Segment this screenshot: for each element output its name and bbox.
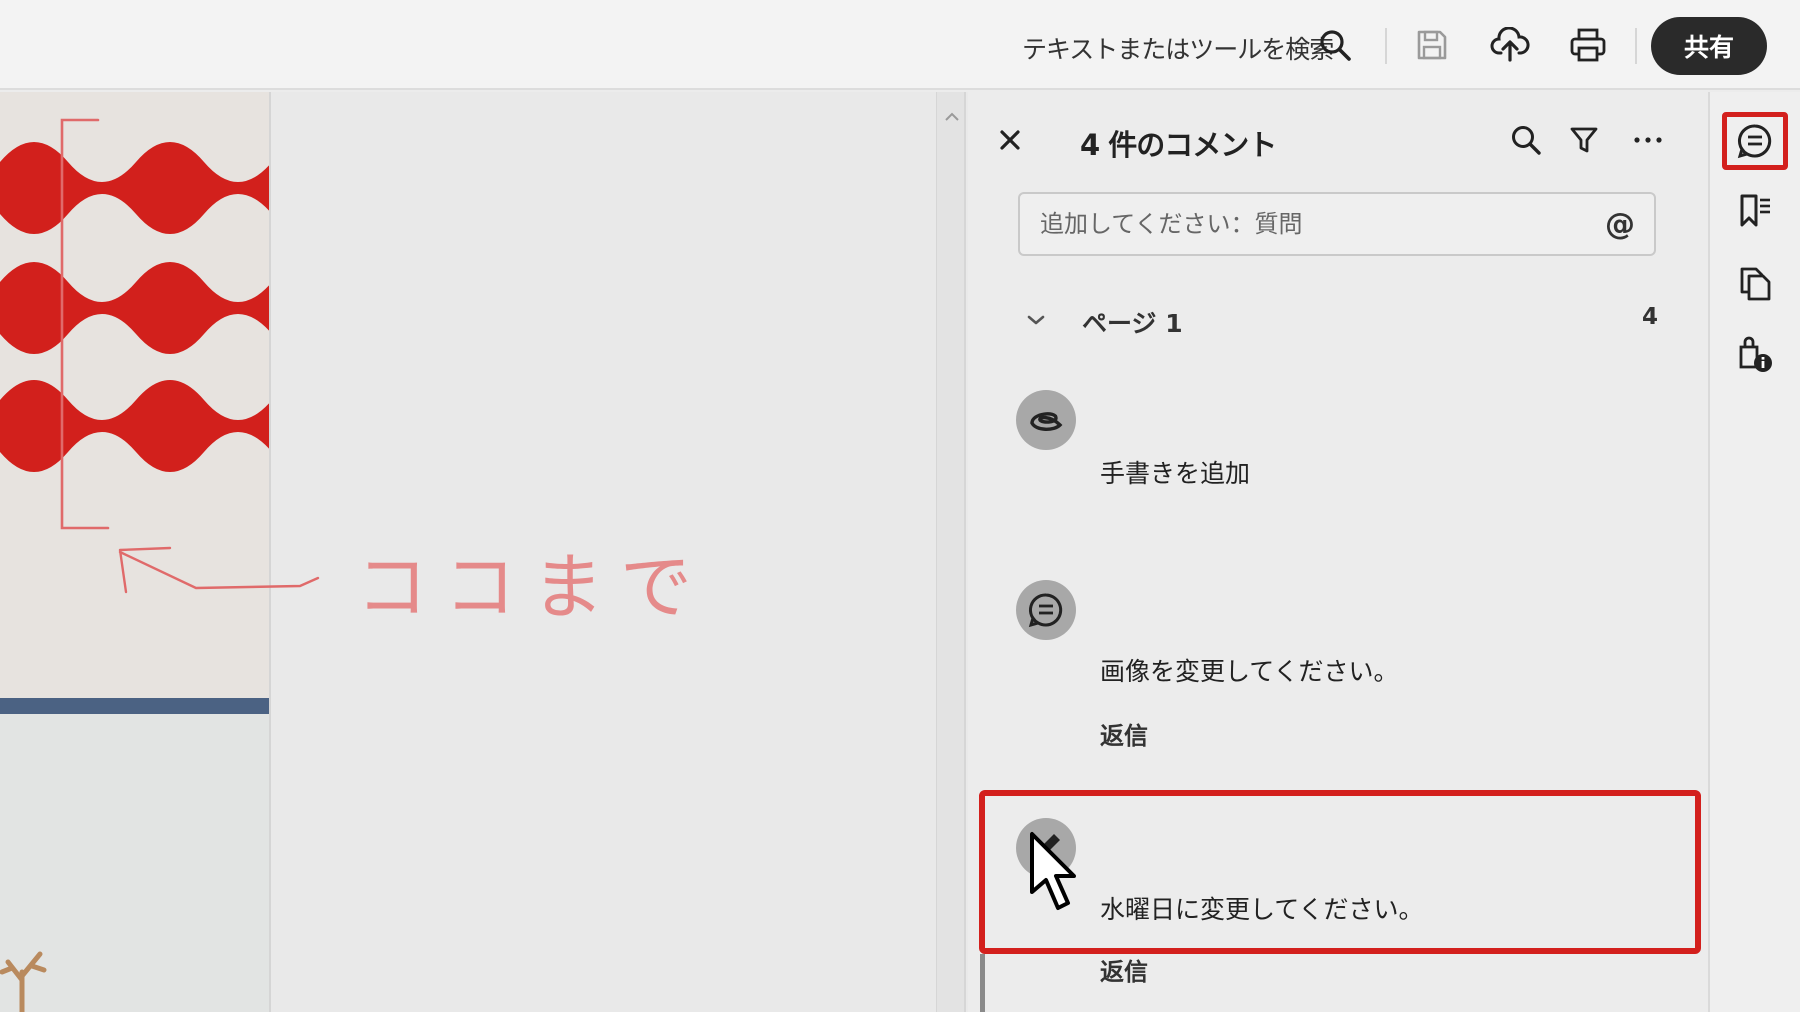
blue-band	[0, 698, 269, 714]
tool-search-label[interactable]: テキストまたはツールを検索	[1022, 30, 1334, 66]
comment-text: 水曜日に変更してください。	[1100, 895, 1424, 924]
comment-text: 画像を変更してください。	[1100, 657, 1399, 686]
right-tool-rail	[1710, 92, 1800, 1012]
reply-button[interactable]: 返信	[1100, 716, 1148, 751]
page-group-header[interactable]: ページ 1 4	[1018, 298, 1668, 342]
document-canvas[interactable]: ココまで	[0, 92, 968, 1012]
filter-icon[interactable]	[1564, 120, 1604, 160]
document-page	[0, 92, 271, 1012]
freehand-icon	[1016, 390, 1076, 450]
search-icon[interactable]	[1314, 24, 1356, 66]
red-wave-pattern	[0, 142, 269, 472]
comment-item[interactable]: 水曜日に変更してください。 返信	[1016, 818, 1656, 1012]
top-toolbar: テキストまたはツールを検索 共有	[0, 0, 1800, 90]
page-group-label: ページ 1	[1082, 309, 1183, 338]
pages-icon[interactable]	[1732, 260, 1778, 306]
thread-indicator	[980, 954, 985, 1012]
comment-item[interactable]: 手書きを追加	[1016, 390, 1656, 510]
document-lower-area	[0, 714, 269, 1012]
more-options-icon[interactable]	[1628, 120, 1668, 160]
close-icon	[1000, 130, 1020, 150]
pencil-icon	[1016, 818, 1076, 878]
add-comment-input[interactable]	[1040, 204, 1600, 244]
upload-icon[interactable]	[1489, 24, 1531, 66]
comment-item[interactable]: 画像を変更してください。 返信	[1016, 580, 1656, 760]
search-comments-icon[interactable]	[1506, 120, 1546, 160]
toolbar-divider	[1385, 28, 1387, 64]
note-comment-icon	[1016, 580, 1076, 640]
antler-graphic	[0, 951, 47, 1012]
document-properties-icon[interactable]	[1732, 332, 1778, 378]
bookmarks-icon[interactable]	[1732, 188, 1778, 234]
save-icon[interactable]	[1411, 24, 1453, 66]
reply-button[interactable]: 返信	[1100, 952, 1148, 987]
handwriting-text: ココまで	[356, 545, 709, 629]
chevron-down-icon[interactable]	[1018, 302, 1054, 338]
comments-panel: 4 件のコメント @ ページ 1 4 手書きを追加 画像を変更してください。 返…	[968, 92, 1710, 1012]
comments-icon[interactable]	[1732, 118, 1778, 164]
print-icon[interactable]	[1567, 24, 1609, 66]
close-panel-button[interactable]	[992, 122, 1028, 158]
vertical-scrollbar[interactable]	[936, 92, 966, 1012]
panel-title: 4 件のコメント	[1080, 128, 1277, 162]
add-comment-box: @	[1018, 192, 1656, 256]
comment-text: 手書きを追加	[1100, 459, 1251, 488]
mention-button[interactable]: @	[1600, 204, 1640, 244]
scroll-up-arrow-icon[interactable]	[937, 106, 967, 128]
toolbar-divider	[1635, 28, 1637, 64]
share-button[interactable]: 共有	[1651, 17, 1767, 75]
page-group-count: 4	[1641, 304, 1658, 330]
